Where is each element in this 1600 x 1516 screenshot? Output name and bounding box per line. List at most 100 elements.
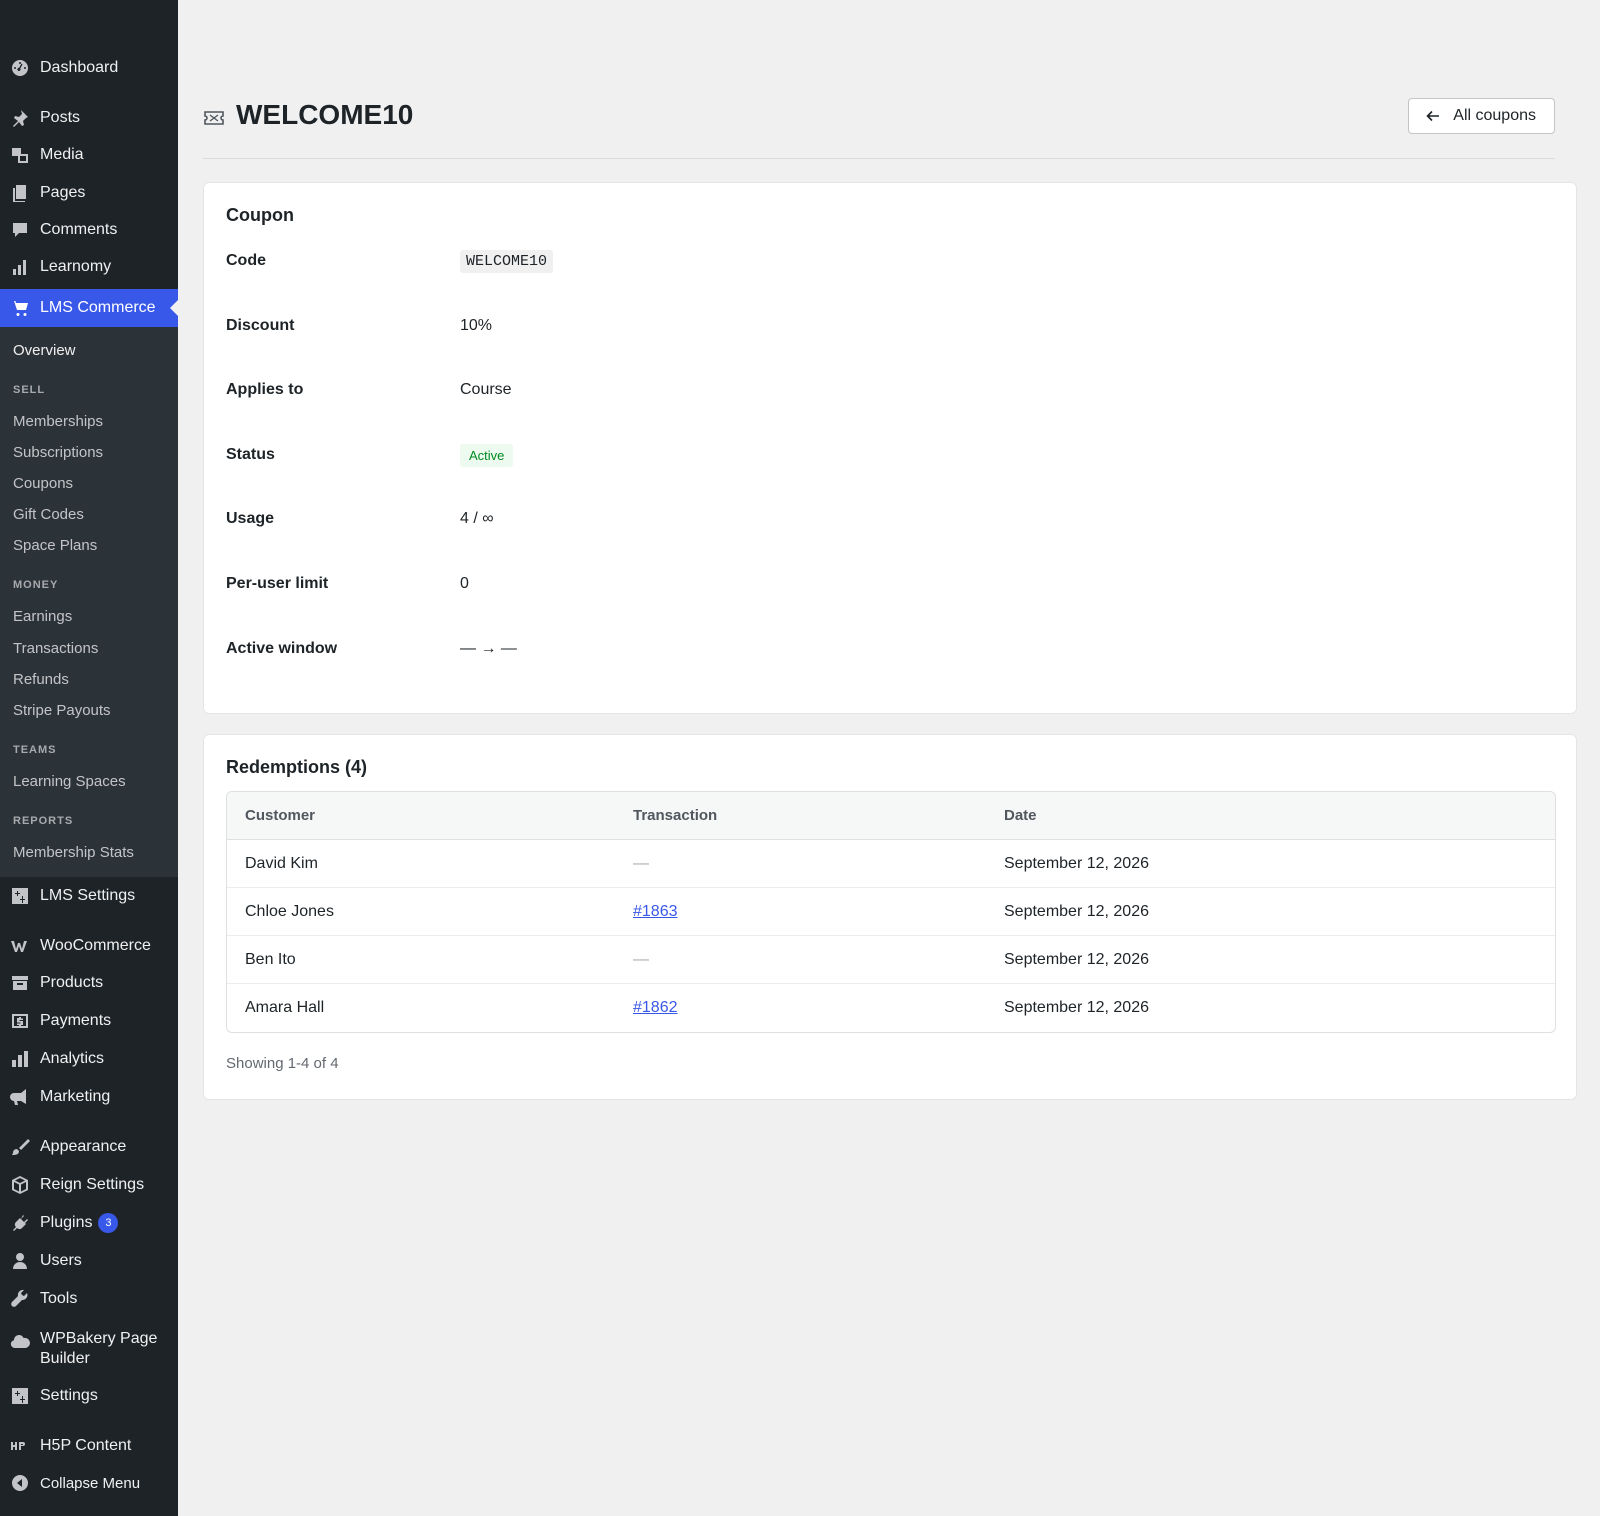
woocommerce-icon	[0, 936, 40, 956]
submenu-memberships[interactable]: Memberships	[13, 413, 103, 430]
submenu-transactions[interactable]: Transactions	[13, 640, 98, 657]
pagination-summary: Showing 1-4 of 4	[226, 1055, 339, 1072]
menu-label: Appearance	[40, 1138, 127, 1155]
menu-learnomy[interactable]: Learnomy	[0, 248, 178, 286]
menu-lms-settings[interactable]: LMS Settings	[0, 877, 178, 915]
menu-label: Dashboard	[40, 59, 119, 76]
customer-cell: Ben Ito	[245, 950, 296, 968]
menu-label: WPBakery Page Builder	[40, 1330, 158, 1367]
redemptions-title: Redemptions (4)	[226, 757, 368, 777]
field-usage: Usage 4 / ∞	[226, 504, 1546, 534]
menu-h5p[interactable]: H5P Content	[0, 1427, 178, 1465]
field-label: Applies to	[226, 381, 304, 398]
plugin-icon	[0, 1213, 40, 1233]
table-header: Customer Transaction Date	[227, 792, 1555, 840]
menu-posts[interactable]: Posts	[0, 99, 178, 137]
menu-label: Posts	[40, 109, 81, 126]
submenu-gift-codes[interactable]: Gift Codes	[13, 506, 84, 523]
submenu-subscriptions[interactable]: Subscriptions	[13, 444, 103, 461]
field-applies-to: Applies to Course	[226, 375, 1546, 405]
menu-label: Settings	[40, 1387, 98, 1404]
submenu-space-plans[interactable]: Space Plans	[13, 537, 97, 554]
menu-products[interactable]: Products	[0, 964, 178, 1002]
menu-settings[interactable]: Settings	[0, 1377, 178, 1415]
menu-media[interactable]: Media	[0, 136, 178, 174]
menu-analytics[interactable]: Analytics	[0, 1040, 178, 1078]
h5p-icon	[0, 1436, 40, 1456]
column-header-date[interactable]: Date	[986, 807, 1555, 824]
menu-tools[interactable]: Tools	[0, 1280, 178, 1318]
settings-icon	[0, 886, 40, 906]
menu-label: Comments	[40, 221, 118, 238]
field-active-window: Active window — → —	[226, 634, 1546, 664]
menu-appearance[interactable]: Appearance	[0, 1128, 178, 1166]
menu-wpbakery[interactable]: WPBakery Page Builder	[0, 1329, 178, 1377]
main-content: WELCOME10 All coupons Coupon Code WELCOM…	[178, 0, 1600, 1516]
brush-icon	[0, 1137, 40, 1157]
menu-marketing[interactable]: Marketing	[0, 1078, 178, 1116]
menu-collapse[interactable]: Collapse Menu	[0, 1464, 178, 1502]
settings-icon	[0, 1386, 40, 1406]
active-window-value: — → —	[460, 640, 517, 657]
submenu-learning-spaces[interactable]: Learning Spaces	[13, 773, 126, 790]
submenu-refunds[interactable]: Refunds	[13, 671, 69, 688]
archive-icon	[0, 973, 40, 993]
submenu-heading-money: MONEY	[13, 579, 59, 591]
status-badge: Active	[460, 443, 514, 467]
menu-plugins[interactable]: Plugins 3	[0, 1204, 178, 1242]
submenu-earnings[interactable]: Earnings	[13, 608, 72, 625]
page-title: WELCOME10	[236, 99, 414, 130]
media-icon	[0, 145, 40, 165]
menu-woocommerce[interactable]: WooCommerce	[0, 927, 178, 965]
redemptions-card: Redemptions (4) Customer Transaction Dat…	[203, 734, 1577, 1100]
column-header-transaction[interactable]: Transaction	[615, 807, 986, 824]
field-discount: Discount 10%	[226, 311, 1546, 341]
date-cell: September 12, 2026	[1004, 950, 1149, 968]
submenu-membership-stats[interactable]: Membership Stats	[13, 844, 134, 861]
field-per-user-limit: Per-user limit 0	[226, 569, 1546, 599]
field-label: Code	[226, 252, 266, 269]
bar-chart-icon	[0, 257, 40, 277]
menu-label: Analytics	[40, 1050, 105, 1067]
transaction-link[interactable]: #1862	[633, 999, 678, 1016]
all-coupons-button[interactable]: All coupons	[1408, 98, 1555, 134]
submenu-heading-reports: REPORTS	[13, 815, 74, 827]
dashboard-icon	[0, 58, 40, 78]
pages-icon	[0, 183, 40, 203]
menu-label: LMS Settings	[40, 887, 136, 904]
menu-label: Marketing	[40, 1088, 111, 1105]
customer-cell: Amara Hall	[245, 999, 325, 1016]
submenu-coupons[interactable]: Coupons	[13, 475, 73, 492]
menu-label: Products	[40, 974, 104, 991]
menu-dashboard[interactable]: Dashboard	[0, 49, 178, 87]
transaction-link[interactable]: #1863	[633, 903, 678, 920]
user-icon	[0, 1251, 40, 1271]
table-row: Chloe Jones #1863 September 12, 2026	[227, 888, 1555, 936]
menu-pages[interactable]: Pages	[0, 174, 178, 212]
column-header-customer[interactable]: Customer	[227, 807, 615, 824]
all-coupons-label: All coupons	[1453, 107, 1536, 124]
table-row: David Kim — September 12, 2026	[227, 840, 1555, 888]
menu-label: Pages	[40, 184, 86, 201]
date-cell: September 12, 2026	[1004, 902, 1149, 920]
bar-chart-icon	[0, 1049, 40, 1069]
field-status: Status Active	[226, 440, 1546, 470]
submenu-stripe-payouts[interactable]: Stripe Payouts	[13, 702, 111, 719]
menu-users[interactable]: Users	[0, 1242, 178, 1280]
submenu-overview[interactable]: Overview	[13, 342, 76, 359]
wrench-icon	[0, 1289, 40, 1309]
coupon-card: Coupon Code WELCOME10 Discount 10% Appli…	[203, 182, 1577, 714]
menu-reign-settings[interactable]: Reign Settings	[0, 1166, 178, 1204]
submenu-heading-teams: TEAMS	[13, 744, 57, 756]
field-label: Usage	[226, 510, 275, 527]
menu-payments[interactable]: Payments	[0, 1002, 178, 1040]
menu-lms-commerce[interactable]: LMS Commerce	[0, 289, 178, 327]
usage-value: 4 / ∞	[460, 510, 494, 527]
applies-to-value: Course	[460, 381, 512, 398]
comment-icon	[0, 220, 40, 240]
arrow-left-icon	[1426, 110, 1440, 122]
cube-icon	[0, 1175, 40, 1195]
field-label: Discount	[226, 317, 295, 334]
menu-comments[interactable]: Comments	[0, 211, 178, 249]
menu-label: Tools	[40, 1290, 78, 1307]
